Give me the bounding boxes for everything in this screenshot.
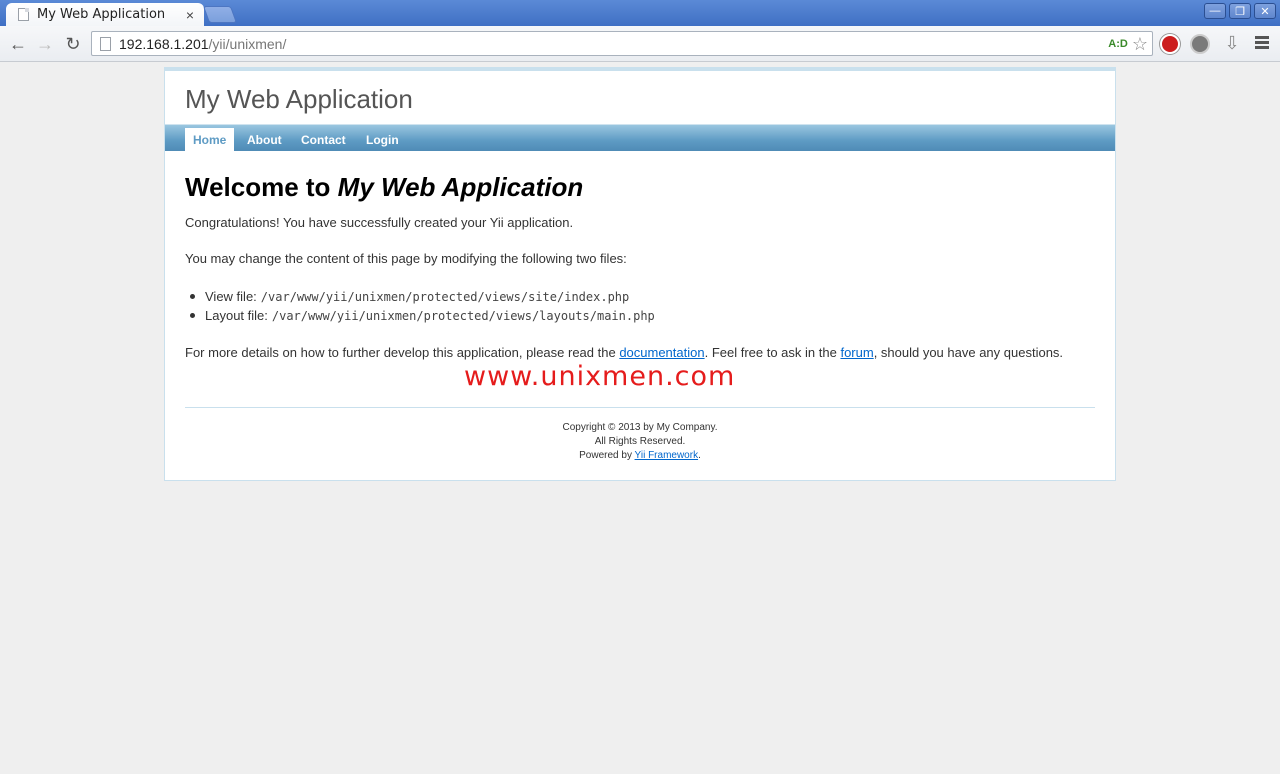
congrats-text: Congratulations! You have successfully c… [185, 215, 574, 230]
yii-framework-link[interactable]: Yii Framework [635, 450, 699, 461]
watermark: www.unixmen.com [464, 361, 736, 392]
change-content-text: You may change the content of this page … [185, 251, 627, 266]
rights-text: All Rights Reserved. [594, 436, 686, 447]
page-container: My Web Application Home About Contact Lo… [164, 67, 1116, 481]
file-list: View file: /var/www/yii/unixmen/protecte… [185, 287, 655, 325]
tab-title: My Web Application [37, 7, 166, 22]
list-item: Layout file: /var/www/yii/unixmen/protec… [185, 306, 655, 325]
tab-my-web-application[interactable]: My Web Application × [6, 3, 204, 26]
url-path: /yii/unixmen/ [208, 35, 287, 52]
site-title: My Web Application [185, 84, 413, 114]
film-reel-extension-icon[interactable] [1190, 34, 1210, 54]
url-host: 192.168.1.201 [119, 35, 209, 52]
file-path: /var/www/yii/unixmen/protected/views/sit… [260, 289, 630, 304]
stop-extension-icon[interactable] [1160, 34, 1180, 54]
minimize-button[interactable]: — [1204, 3, 1226, 19]
powered-by-text: Powered by Yii Framework. [165, 449, 1115, 463]
welcome-app-name: My Web Application [337, 172, 584, 202]
download-extension-icon[interactable]: ⇩ [1222, 34, 1242, 54]
divider [185, 407, 1095, 408]
file-path: /var/www/yii/unixmen/protected/views/lay… [271, 308, 655, 323]
browser-toolbar: ← → ↻ 192.168.1.201/yii/unixmen/ A:D ☆ ⇩ [0, 26, 1280, 62]
details-suffix: , should you have any questions. [873, 345, 1064, 360]
welcome-prefix: Welcome to [185, 172, 338, 202]
bullet-icon [190, 313, 195, 318]
copyright-text: Copyright © 2013 by My Company. [562, 422, 718, 433]
new-tab-button[interactable] [202, 6, 238, 23]
main-menu: Home About Contact Login [165, 124, 1115, 152]
list-item: View file: /var/www/yii/unixmen/protecte… [185, 287, 655, 306]
title-bar: My Web Application × — ❐ ✕ [0, 0, 1280, 26]
adblock-icon[interactable]: A:D [1108, 38, 1128, 50]
powered-prefix: Powered by [579, 450, 635, 461]
menu-item-contact[interactable]: Contact [293, 128, 354, 152]
file-label: View file: [205, 289, 257, 304]
back-arrow-icon[interactable]: ← [8, 34, 28, 54]
forum-link[interactable]: forum [840, 345, 873, 360]
powered-suffix: . [698, 450, 701, 461]
tab-close-icon[interactable]: × [182, 7, 198, 23]
menu-item-login[interactable]: Login [358, 128, 407, 152]
details-middle: . Feel free to ask in the [704, 345, 841, 360]
bullet-icon [190, 294, 195, 299]
page-icon [18, 8, 29, 21]
details-text: For more details on how to further devel… [185, 345, 1063, 360]
reload-icon[interactable]: ↻ [63, 34, 83, 54]
menu-item-home[interactable]: Home [185, 128, 235, 152]
bookmark-star-icon[interactable]: ☆ [1132, 35, 1148, 53]
close-window-button[interactable]: ✕ [1254, 3, 1276, 19]
documentation-link[interactable]: documentation [619, 345, 704, 360]
menu-icon[interactable] [1255, 36, 1269, 51]
welcome-heading: Welcome to My Web Application [185, 172, 583, 203]
menu-item-about[interactable]: About [239, 128, 290, 152]
maximize-button[interactable]: ❐ [1229, 3, 1251, 19]
address-bar[interactable]: 192.168.1.201/yii/unixmen/ A:D ☆ [91, 31, 1153, 56]
forward-arrow-icon[interactable]: → [35, 34, 55, 54]
page-info-icon[interactable] [100, 36, 111, 51]
window-controls: — ❐ ✕ [1204, 3, 1276, 19]
footer: Copyright © 2013 by My Company. All Righ… [165, 421, 1115, 463]
file-label: Layout file: [205, 308, 268, 323]
details-prefix: For more details on how to further devel… [185, 345, 620, 360]
